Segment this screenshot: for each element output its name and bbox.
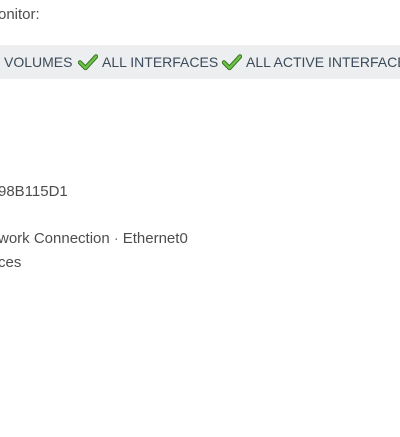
volumes-option[interactable]: VOLUMES xyxy=(4,45,72,79)
volumes-label: VOLUMES xyxy=(4,54,73,70)
checkmark-icon xyxy=(222,54,242,71)
separator: · xyxy=(113,230,119,247)
connection-name: work Connection xyxy=(0,230,110,247)
interfaces-text: ces xyxy=(0,254,22,271)
checkmark-icon xyxy=(78,54,98,71)
all-active-interfaces-label: ALL ACTIVE INTERFACES xyxy=(246,54,400,70)
all-interfaces-option[interactable]: ALL INTERFACES xyxy=(78,45,218,79)
network-connection-line: work Connection · Ethernet0 xyxy=(0,230,188,247)
interface-name: Ethernet0 xyxy=(122,230,188,247)
monitor-options-bar: VOLUMES ALL INTERFACES ALL ACTIVE INTERF… xyxy=(0,45,400,79)
monitor-heading: onitor: xyxy=(0,6,40,23)
all-interfaces-label: ALL INTERFACES xyxy=(102,54,219,70)
all-active-interfaces-option[interactable]: ALL ACTIVE INTERFACES xyxy=(222,45,400,79)
device-id-text: 98B115D1 xyxy=(0,183,68,200)
